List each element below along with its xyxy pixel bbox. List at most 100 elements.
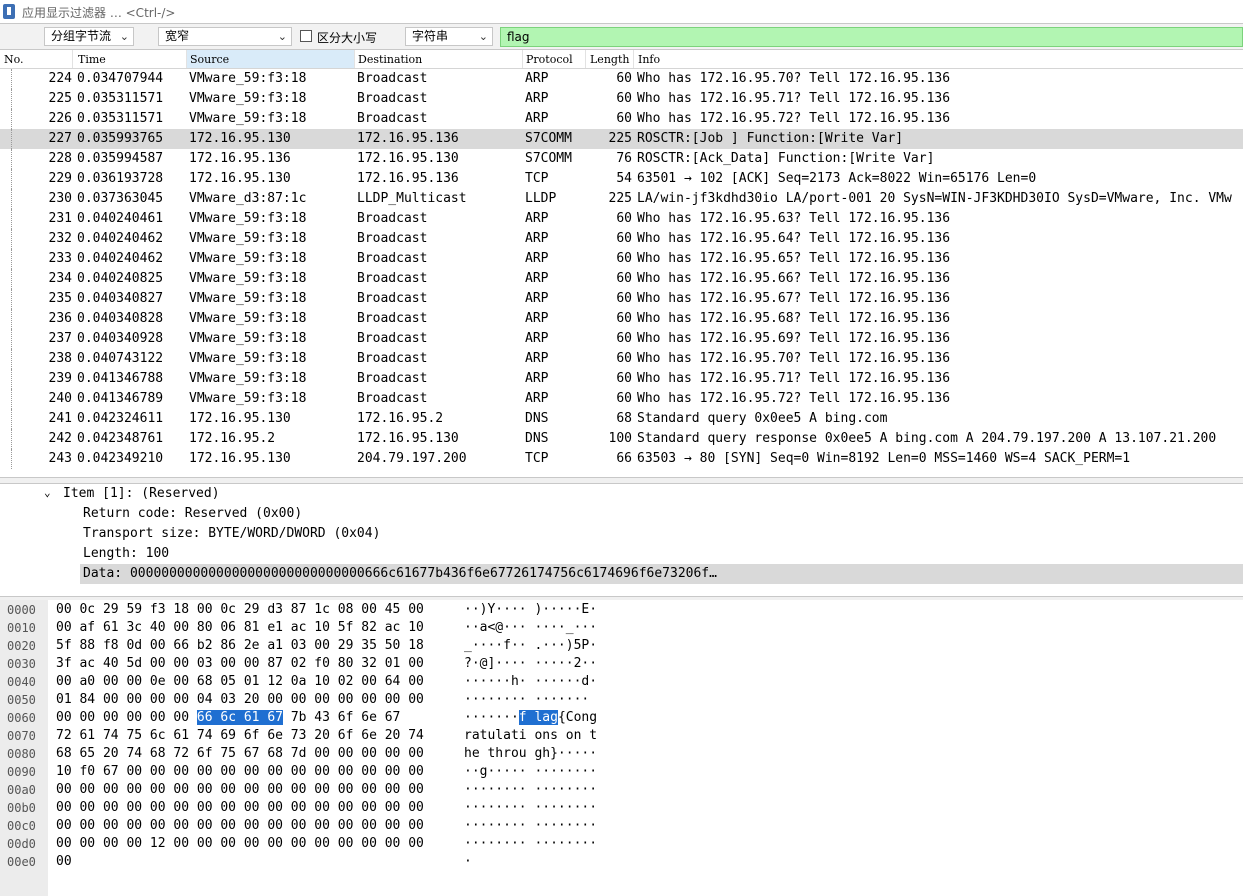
hex-offset: 0000 — [7, 603, 36, 617]
packet-info: Who has 172.16.95.70? Tell 172.16.95.136 — [637, 351, 951, 366]
hex-bytes: 01 84 00 00 00 00 04 03 20 00 00 00 00 0… — [56, 691, 424, 709]
hex-offset: 00a0 — [7, 783, 36, 797]
ascii-group-b: {Cong — [557, 710, 598, 725]
pane-splitter[interactable] — [0, 477, 1243, 484]
packet-length: 100 — [608, 431, 632, 446]
column-header-time[interactable]: Time — [78, 53, 106, 66]
packet-protocol: DNS — [525, 431, 549, 446]
column-header-protocol[interactable]: Protocol — [526, 53, 573, 66]
hex-offset: 0020 — [7, 639, 36, 653]
packet-row[interactable]: 241 0.042324611 172.16.95.130 172.16.95.2 DN… — [0, 409, 1243, 429]
packet-row[interactable]: 233 0.040240462 VMware_59:f3:18 Broadcast AR… — [0, 249, 1243, 269]
packet-row[interactable]: 238 0.040743122 VMware_59:f3:18 Broadcast AR… — [0, 349, 1243, 369]
ascii-bytes: ratulati ons on t — [464, 727, 597, 745]
packet-no: 229 — [48, 171, 72, 186]
packet-time: 0.042324611 — [77, 411, 164, 426]
packet-time: 0.040240462 — [77, 251, 164, 266]
hex-group-b: 00 00 00 00 00 00 00 00 — [243, 764, 424, 779]
packet-info: Who has 172.16.95.72? Tell 172.16.95.136 — [637, 111, 951, 126]
packet-row[interactable]: 230 0.037363045 VMware_d3:87:1c LLDP_Multic… — [0, 189, 1243, 209]
packet-time: 0.042348761 — [77, 431, 164, 446]
column-header-no[interactable]: No. — [4, 53, 24, 66]
packet-protocol: ARP — [525, 311, 549, 326]
packet-source: 172.16.95.130 — [189, 131, 291, 146]
detail-data-selected[interactable]: Data: 000000000000000000000000000000666c… — [80, 564, 1243, 584]
packet-no: 231 — [48, 211, 72, 226]
packet-row[interactable]: 228 0.035994587 172.16.95.136 172.16.95.130… — [0, 149, 1243, 169]
packet-row[interactable]: 227 0.035993765 172.16.95.130 172.16.95.136… — [0, 129, 1243, 149]
tree-guide-line — [11, 409, 13, 429]
packet-row[interactable]: 234 0.040240825 VMware_59:f3:18 Broadcast AR… — [0, 269, 1243, 289]
ascii-bytes: ······h· ······d· — [464, 673, 597, 691]
ascii-bytes: ··)Y···· )·····E· — [464, 601, 597, 619]
ascii-match-highlight: f lag — [518, 710, 558, 725]
charset-dropdown[interactable]: 宽窄 ⌄ — [158, 27, 292, 46]
display-filter-bar[interactable]: 应用显示过滤器 … <Ctrl-/> — [0, 0, 1243, 24]
packet-row[interactable]: 240 0.041346789 VMware_59:f3:18 Broadcast AR… — [0, 389, 1243, 409]
packet-row[interactable]: 231 0.040240461 VMware_59:f3:18 Broadcast AR… — [0, 209, 1243, 229]
search-input[interactable]: flag — [500, 27, 1243, 47]
column-header-destination[interactable]: Destination — [358, 53, 422, 66]
case-sensitive-checkbox[interactable] — [300, 30, 312, 42]
packet-source: VMware_59:f3:18 — [189, 71, 307, 86]
packet-length: 60 — [616, 231, 632, 246]
column-header-source[interactable]: Source — [190, 53, 229, 66]
column-header-info[interactable]: Info — [638, 53, 660, 66]
packet-protocol: TCP — [525, 171, 549, 186]
detail-item-reserved[interactable]: Item [1]: (Reserved) — [63, 484, 220, 504]
packet-length: 60 — [616, 291, 632, 306]
packet-protocol: ARP — [525, 351, 549, 366]
packet-time: 0.035993765 — [77, 131, 164, 146]
packet-destination: Broadcast — [357, 211, 428, 226]
packet-row[interactable]: 225 0.035311571 VMware_59:f3:18 Broadcast AR… — [0, 89, 1243, 109]
packet-row[interactable]: 226 0.035311571 VMware_59:f3:18 Broadcast AR… — [0, 109, 1243, 129]
packet-list[interactable]: 224 0.034707944 VMware_59:f3:18 Broadcast AR… — [0, 69, 1243, 477]
search-type-value: 字符串 — [412, 29, 449, 43]
hex-offset: 00e0 — [7, 855, 36, 869]
hex-bytes: 72 61 74 75 6c 61 74 69 6f 6e 73 20 6f 6… — [56, 727, 424, 745]
packet-row[interactable]: 235 0.040340827 VMware_59:f3:18 Broadcast AR… — [0, 289, 1243, 309]
detail-transport-size[interactable]: Transport size: BYTE/WORD/DWORD (0x04) — [83, 524, 380, 544]
detail-return-code[interactable]: Return code: Reserved (0x00) — [83, 504, 302, 524]
hex-group-a: 00 00 00 00 00 00 00 00 — [56, 818, 237, 833]
hex-group-a: 00 00 00 00 12 00 00 00 — [56, 836, 237, 851]
packet-destination: 172.16.95.136 — [357, 171, 459, 186]
packet-row[interactable]: 242 0.042348761 172.16.95.2 172.16.95.130 DN… — [0, 429, 1243, 449]
packet-row[interactable]: 236 0.040340828 VMware_59:f3:18 Broadcast AR… — [0, 309, 1243, 329]
packet-time: 0.037363045 — [77, 191, 164, 206]
packet-row[interactable]: 243 0.042349210 172.16.95.130 204.79.197.20… — [0, 449, 1243, 469]
packet-time: 0.041346788 — [77, 371, 164, 386]
packet-length: 225 — [608, 131, 632, 146]
packet-time: 0.040240825 — [77, 271, 164, 286]
packet-row[interactable]: 237 0.040340928 VMware_59:f3:18 Broadcast AR… — [0, 329, 1243, 349]
column-header-length[interactable]: Length — [590, 53, 629, 66]
hex-group-b: 20 00 00 00 00 00 00 00 — [243, 692, 424, 707]
chevron-down-icon[interactable]: ⌄ — [44, 486, 51, 499]
display-filter-input[interactable]: 应用显示过滤器 … <Ctrl-/> — [22, 4, 175, 21]
tree-guide-line — [11, 349, 13, 369]
packet-row[interactable]: 232 0.040240462 VMware_59:f3:18 Broadcast AR… — [0, 229, 1243, 249]
detail-length[interactable]: Length: 100 — [83, 544, 169, 564]
hex-bytes: 00 00 00 00 12 00 00 00 00 00 00 00 00 0… — [56, 835, 424, 853]
packet-row[interactable]: 229 0.036193728 172.16.95.130 172.16.95.136… — [0, 169, 1243, 189]
search-type-dropdown[interactable]: 字符串 ⌄ — [405, 27, 493, 46]
hex-group-b: 81 e1 ac 10 5f 82 ac 10 — [243, 620, 424, 635]
hex-bytes: 00 00 00 00 00 00 00 00 00 00 00 00 00 0… — [56, 817, 424, 835]
packet-source: VMware_59:f3:18 — [189, 91, 307, 106]
packet-row[interactable]: 239 0.041346788 VMware_59:f3:18 Broadcast AR… — [0, 369, 1243, 389]
search-scope-dropdown[interactable]: 分组字节流 ⌄ — [44, 27, 134, 46]
tree-guide-line — [11, 89, 13, 109]
packet-info: 63501 → 102 [ACK] Seq=2173 Ack=8022 Win=… — [637, 171, 1037, 186]
ascii-bytes: ··a<@··· ····_··· — [464, 619, 597, 637]
packet-protocol: ARP — [525, 211, 549, 226]
tree-guide-line — [11, 329, 13, 349]
bookmark-icon[interactable] — [3, 4, 15, 19]
packet-time: 0.035311571 — [77, 111, 164, 126]
packet-row[interactable]: 224 0.034707944 VMware_59:f3:18 Broadcast AR… — [0, 69, 1243, 89]
packet-time: 0.040340827 — [77, 291, 164, 306]
packet-destination: Broadcast — [357, 91, 428, 106]
